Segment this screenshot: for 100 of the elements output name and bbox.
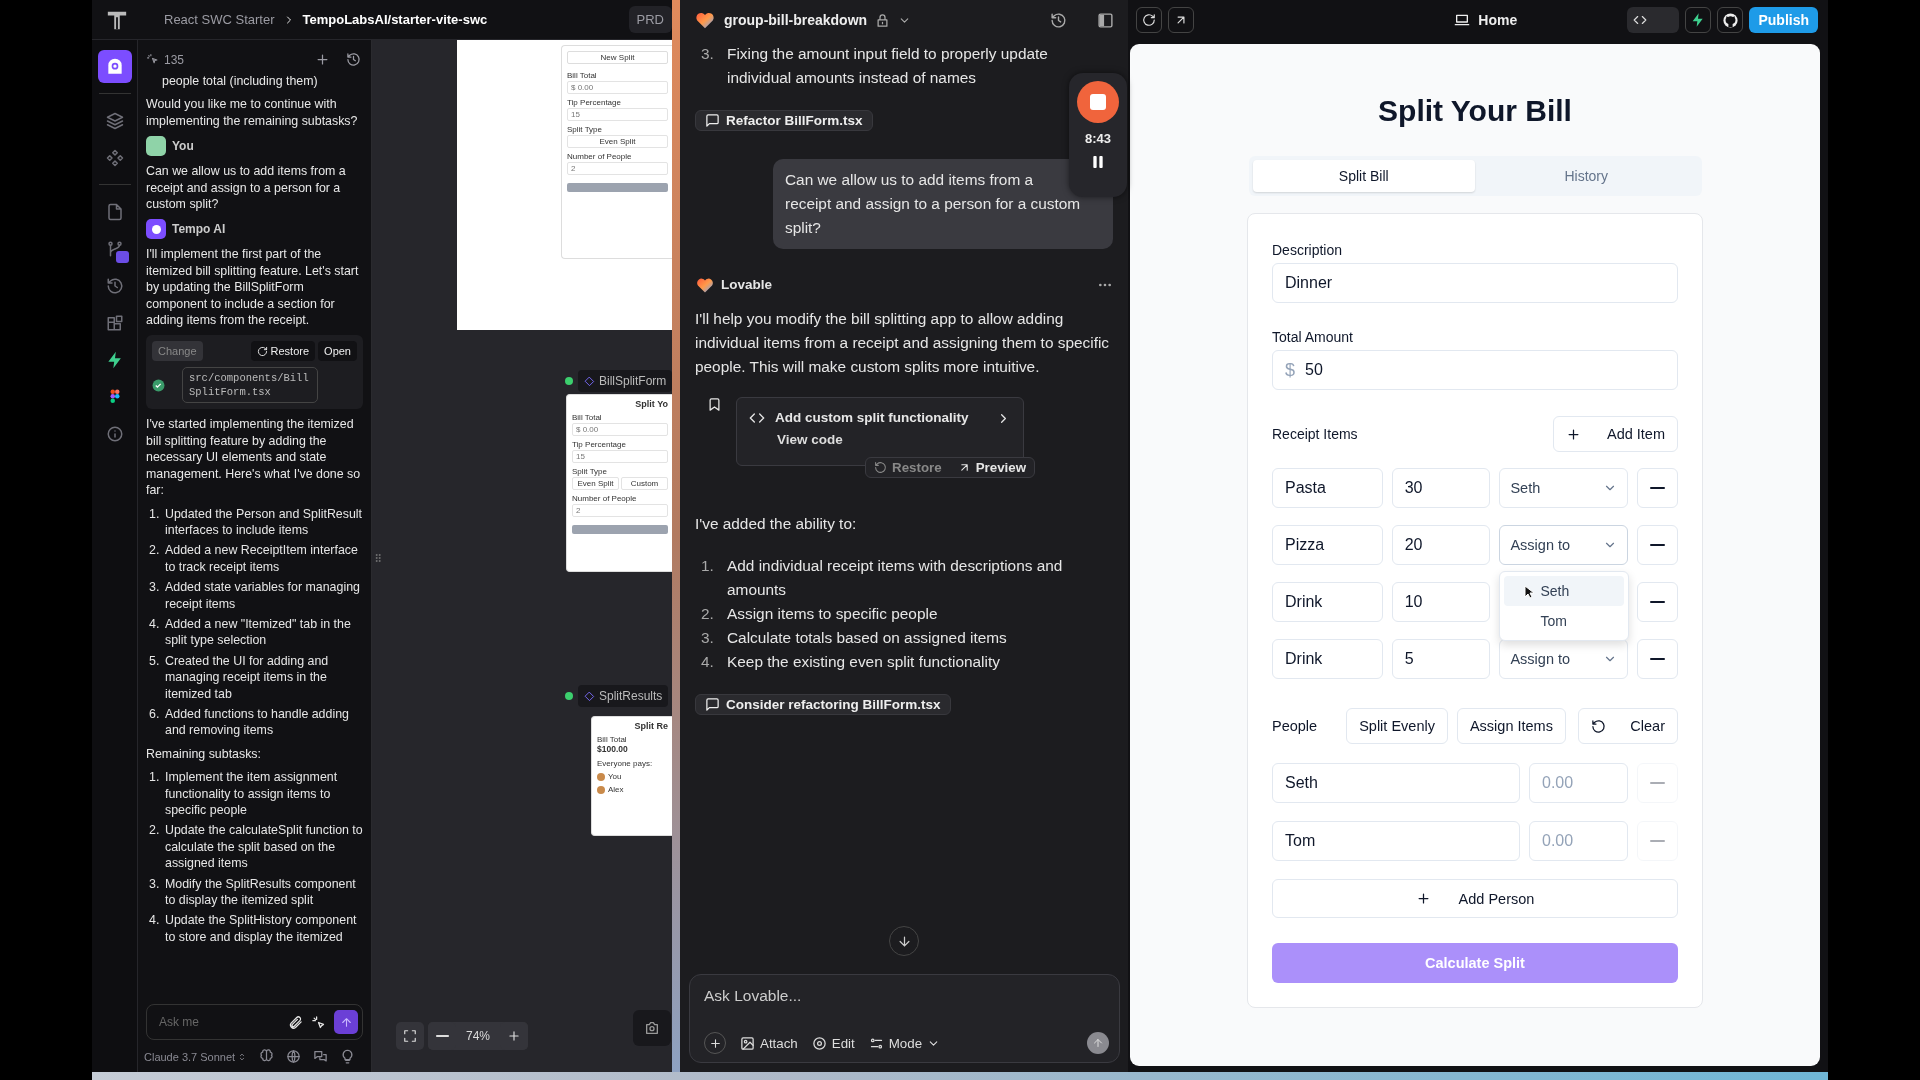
project-name: group-bill-breakdown: [724, 12, 868, 28]
message-box[interactable]: Ask Lovable... Attach Edit Mode: [689, 974, 1120, 1063]
assign-select[interactable]: Assign to: [1499, 639, 1628, 679]
item-amount-field[interactable]: 10: [1391, 582, 1491, 622]
prd-button[interactable]: PRD: [628, 6, 672, 33]
restore-icon: [256, 345, 268, 357]
item-name-field[interactable]: Pasta: [1272, 468, 1383, 508]
amount-field[interactable]: $ 50: [1272, 350, 1678, 390]
history-icon[interactable]: [1050, 11, 1067, 29]
message-text: Can we allow us to add items from a receipt and assign to a person for a custom split?: [146, 163, 347, 213]
route-selector[interactable]: Home: [1304, 12, 1518, 28]
view-code-link[interactable]: View code: [749, 432, 843, 447]
brain-icon[interactable]: [259, 1049, 275, 1064]
component-label[interactable]: SplitResults: [578, 685, 669, 707]
pause-icon[interactable]: [1090, 154, 1106, 170]
split-mode-button[interactable]: Split Evenly: [1346, 708, 1448, 744]
mini-name: Alex: [608, 785, 624, 794]
select-element-icon[interactable]: [311, 1014, 326, 1030]
file-icon: [105, 202, 124, 221]
description-field[interactable]: Dinner: [1272, 263, 1678, 303]
item-name-field[interactable]: Drink: [1272, 582, 1383, 622]
history-icon[interactable]: [346, 52, 361, 67]
bookmark-icon[interactable]: [707, 397, 722, 412]
item-name-field[interactable]: Drink: [1272, 639, 1383, 679]
mini-label: Tip Percentage: [567, 98, 622, 107]
mini-title: Split Yo: [635, 400, 668, 409]
sidebar-icon[interactable]: [1097, 11, 1114, 29]
list-number: 3.: [149, 579, 161, 597]
message-text: I'll implement the first part of the itemized bill splitting feature. Let's start by updating the BillSplitForm component to include a section for adding items from the receipt.: [146, 246, 360, 329]
list-item-text: Update the calculateSplit function to calculate the split based on the assigned items: [165, 822, 363, 872]
model-selector[interactable]: Claude 3.7 Sonnet: [144, 1050, 248, 1063]
reset-icon: [1591, 718, 1607, 734]
minus-icon: [1650, 658, 1665, 660]
stop-button[interactable]: [1077, 81, 1119, 123]
author-name: You: [172, 138, 194, 155]
project-link[interactable]: React SWC Starter: [164, 12, 275, 27]
reload-button[interactable]: [1136, 7, 1162, 33]
person-name-field[interactable]: Tom: [1272, 821, 1520, 861]
badge-icon: [115, 251, 129, 263]
diamond-icon: [584, 690, 595, 702]
mini-label: Split Type: [572, 467, 608, 476]
assign-select[interactable]: Assign to: [1499, 525, 1628, 565]
sidebar-button[interactable]: [97, 50, 132, 83]
info-icon: [105, 424, 124, 443]
plus-icon: [1565, 426, 1581, 442]
section-label: People: [1272, 718, 1318, 734]
dropdown-option[interactable]: Tom: [1504, 606, 1625, 636]
restore-button[interactable]: Restore: [250, 341, 316, 362]
list-number: 2.: [149, 822, 161, 840]
message-input[interactable]: Ask me: [157, 1014, 280, 1030]
edit-button[interactable]: Edit: [811, 1035, 855, 1051]
item-amount-field[interactable]: 30: [1391, 468, 1491, 508]
list-number: 1.: [149, 505, 161, 523]
code-toggle[interactable]: [1627, 7, 1680, 33]
list-item-text: Implement the item assignment functionality to assign items to specific people: [165, 769, 339, 819]
open-button[interactable]: Open: [318, 341, 357, 362]
image-icon: [740, 1035, 755, 1051]
component-label[interactable]: BillSplitForm: [578, 370, 672, 392]
open-external-button[interactable]: [1168, 7, 1194, 33]
tab[interactable]: Split Bill: [1252, 160, 1475, 192]
bolt-button[interactable]: [1685, 7, 1712, 33]
mode-button[interactable]: Mode: [868, 1035, 941, 1051]
item-amount-field[interactable]: 5: [1391, 639, 1491, 679]
chat-icon[interactable]: [313, 1049, 329, 1064]
chat-input[interactable]: Ask me: [146, 1004, 363, 1040]
suggestion-chip[interactable]: Refactor BillForm.tsx: [695, 110, 873, 131]
item-amount-field[interactable]: 20: [1391, 525, 1491, 565]
new-chat-icon[interactable]: [315, 52, 330, 67]
list-item-text: Created the UI for adding and managing receipt items in the itemized tab: [165, 652, 330, 702]
item-name-field[interactable]: Pizza: [1272, 525, 1383, 565]
layers-icon: [105, 111, 124, 130]
mini-label: Bill Total: [597, 735, 628, 744]
plus-icon: [708, 1036, 722, 1050]
file-path[interactable]: src/components/BillSplitForm.tsx: [182, 367, 318, 404]
minus-icon: [1650, 544, 1665, 546]
list-number: 5.: [149, 652, 161, 670]
message-text: people total (including them): [161, 73, 319, 90]
fit-button[interactable]: [396, 1022, 424, 1050]
clear-button[interactable]: Clear: [1578, 708, 1678, 744]
tab[interactable]: History: [1475, 160, 1698, 192]
minus-icon: [435, 1035, 449, 1037]
message-text: I'll help you modify the bill splitting app to allow adding individual items from a receipt and assigning them to specific people. This will make custom splits more intuitive.: [695, 309, 1111, 377]
github-button[interactable]: [1717, 7, 1744, 33]
send-button[interactable]: [1087, 1032, 1109, 1054]
attach-icon[interactable]: [288, 1014, 303, 1030]
suggestion-chip[interactable]: Consider refactoring BillForm.tsx: [695, 694, 951, 715]
globe-icon[interactable]: [286, 1049, 302, 1064]
list-item-text: Add individual receipt items with descriptions and amounts: [727, 556, 1064, 600]
mini-label: Number of People: [572, 494, 638, 503]
list-item-text: Modify the SplitResults component to display the itemized split: [165, 875, 357, 909]
dropdown-option[interactable]: Seth: [1504, 576, 1625, 606]
screenshot-button[interactable]: [633, 1010, 671, 1046]
split-mode-button[interactable]: Assign Items: [1456, 708, 1566, 744]
person-name-field[interactable]: Seth: [1272, 763, 1520, 803]
add-item-button[interactable]: Add Item: [1552, 416, 1678, 452]
assign-select[interactable]: Seth: [1499, 468, 1628, 508]
send-button[interactable]: [334, 1010, 358, 1034]
add-person-button[interactable]: Add Person: [1272, 879, 1678, 918]
attach-button[interactable]: Attach: [740, 1035, 798, 1051]
minus-icon: [1650, 840, 1665, 842]
